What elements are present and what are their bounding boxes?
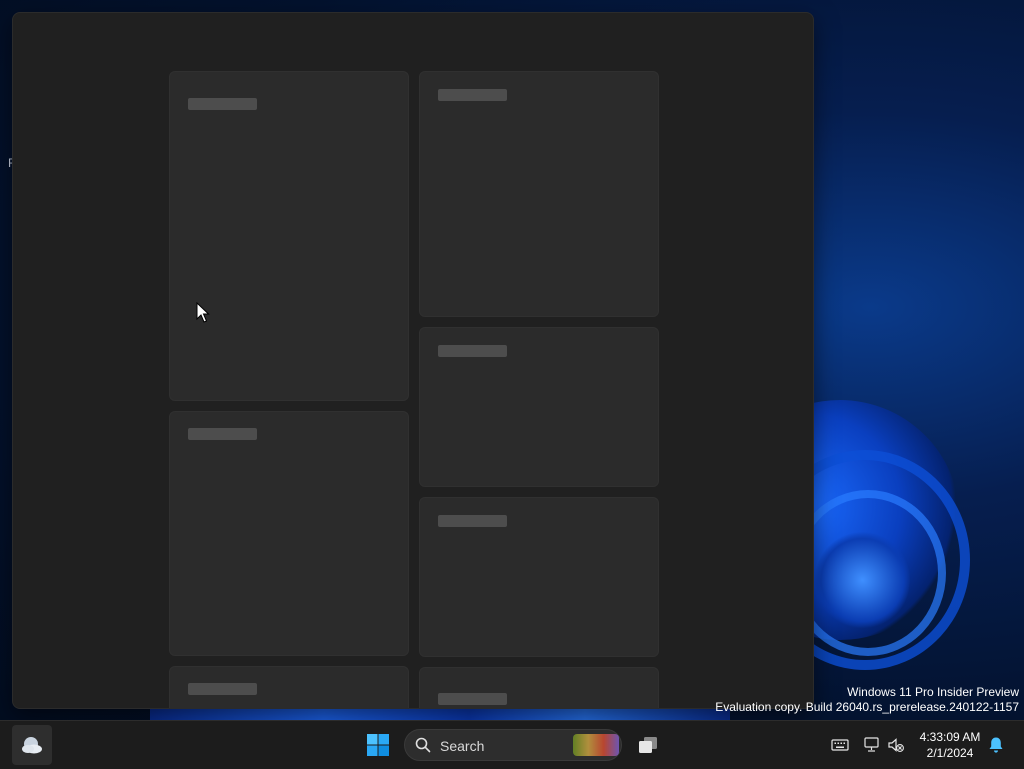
task-view-icon (639, 737, 657, 753)
clock-button[interactable]: 4:33:09 AM 2/1/2024 (912, 729, 988, 761)
desktop: F Windows 11 Pro Insider Preview Evaluat… (0, 0, 1024, 768)
widget-title-placeholder (438, 693, 507, 705)
start-button[interactable] (358, 725, 398, 765)
evaluation-watermark: Windows 11 Pro Insider Preview Evaluatio… (715, 685, 1019, 715)
widget-card-loading[interactable] (169, 411, 409, 656)
search-placeholder: Search (440, 738, 485, 754)
widget-card-loading[interactable] (169, 71, 409, 401)
taskbar: Search 4:33:09 AM 2/1/2024 (0, 720, 1024, 769)
network-button[interactable] (862, 735, 882, 755)
widget-title-placeholder (438, 345, 507, 357)
notification-bell-icon (989, 737, 1003, 753)
watermark-edition: Windows 11 Pro Insider Preview (847, 685, 1019, 699)
windows-start-icon (367, 734, 389, 756)
mouse-cursor-icon (196, 302, 210, 323)
keyboard-icon (831, 739, 849, 751)
widgets-icon (22, 737, 42, 754)
widget-title-placeholder (188, 428, 257, 440)
widget-card-loading[interactable] (419, 497, 659, 657)
widget-card-loading[interactable] (419, 71, 659, 317)
widget-title-placeholder (438, 515, 507, 527)
widget-title-placeholder (188, 683, 257, 695)
widget-title-placeholder (188, 98, 257, 110)
widget-card-loading[interactable] (419, 327, 659, 487)
widgets-panel[interactable] (12, 12, 814, 709)
clock-date: 2/1/2024 (926, 746, 974, 760)
widget-title-placeholder (438, 89, 507, 101)
widget-card-loading[interactable] (419, 667, 659, 708)
task-view-button[interactable] (628, 725, 668, 765)
network-icon (864, 737, 879, 752)
search-input[interactable]: Search (404, 729, 622, 761)
clock-time: 4:33:09 AM (919, 730, 981, 744)
keyboard-button[interactable] (830, 735, 850, 755)
widgets-button[interactable] (12, 725, 52, 765)
volume-button[interactable] (886, 735, 906, 755)
watermark-build: Evaluation copy. Build 26040.rs_prerelea… (715, 700, 1019, 714)
volume-muted-icon (888, 738, 904, 752)
search-highlight-icon (573, 734, 619, 756)
widget-card-loading[interactable] (169, 666, 409, 708)
search-icon (415, 737, 431, 753)
wallpaper-bloom-core (815, 530, 910, 630)
notification-button[interactable] (986, 735, 1006, 755)
